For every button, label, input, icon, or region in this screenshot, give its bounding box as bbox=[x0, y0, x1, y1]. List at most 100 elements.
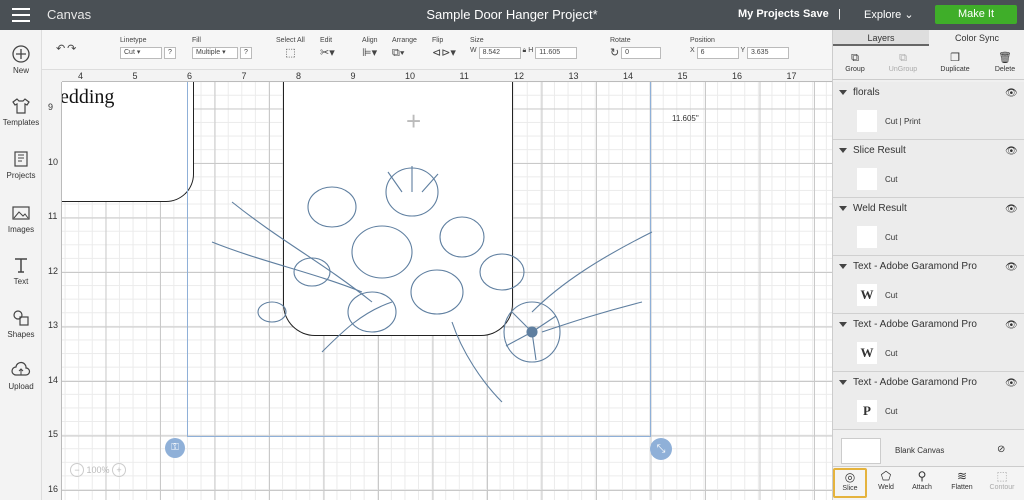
layer-row[interactable]: Text - Adobe Garamond Pro 👁︎ W Cut bbox=[833, 314, 1024, 372]
layer-row[interactable]: florals 👁︎ Cut | Print bbox=[833, 82, 1024, 140]
blank-canvas-row[interactable]: Blank Canvas ⊘ bbox=[833, 436, 1024, 466]
doc-text[interactable]: edding bbox=[62, 86, 114, 109]
expand-caret-icon[interactable] bbox=[839, 206, 847, 211]
text-icon bbox=[15, 258, 27, 273]
rotate-input[interactable]: 0 bbox=[621, 47, 662, 59]
expand-caret-icon[interactable] bbox=[839, 322, 847, 327]
rotate-icon: ↻ bbox=[610, 47, 620, 59]
delete-label: Delete bbox=[994, 66, 1016, 73]
sidebar-item-text[interactable]: Text bbox=[0, 255, 42, 286]
sidebar-label: Upload bbox=[8, 382, 34, 391]
tab-color-sync[interactable]: Color Sync bbox=[929, 30, 1024, 46]
expand-caret-icon[interactable] bbox=[839, 380, 847, 385]
resize-handle-icon[interactable]: ⤡ bbox=[650, 438, 672, 460]
shapes-icon bbox=[13, 310, 29, 326]
delete-button[interactable]: 🗑︎ Delete bbox=[983, 52, 1024, 73]
sidebar-item-templates[interactable]: Templates bbox=[0, 96, 42, 127]
explore-label: Explore bbox=[864, 9, 902, 21]
duplicate-label: Duplicate bbox=[940, 66, 970, 73]
fill-help-icon[interactable]: ? bbox=[239, 47, 252, 59]
align-button[interactable]: Align ⊫▾ bbox=[362, 37, 378, 59]
layer-operation: Cut bbox=[885, 233, 898, 242]
linetype-label: Linetype bbox=[120, 37, 147, 44]
blank-canvas-thumb bbox=[841, 438, 881, 464]
slice-button[interactable]: ◎ Slice bbox=[833, 468, 867, 498]
y-input[interactable]: 3.635 bbox=[746, 47, 789, 59]
layer-thumbnail bbox=[857, 226, 877, 248]
layer-name: Text - Adobe Garamond Pro bbox=[853, 377, 977, 388]
flip-icon: ⊲⊳▾ bbox=[432, 47, 456, 59]
redo-icon[interactable]: ↷ bbox=[67, 43, 76, 55]
my-projects-link[interactable]: My Projects bbox=[738, 8, 800, 20]
layer-row[interactable]: Weld Result 👁︎ Cut bbox=[833, 198, 1024, 256]
floral-artwork[interactable] bbox=[202, 162, 662, 422]
hamburger-menu-icon[interactable] bbox=[12, 8, 30, 22]
height-input[interactable]: 11.605 bbox=[535, 47, 578, 59]
lock-handle-icon[interactable]: ⚿ bbox=[165, 438, 185, 458]
zoom-out-icon[interactable]: − bbox=[70, 463, 84, 477]
ruler-tick-label: 15 bbox=[48, 429, 59, 439]
layer-thumbnail bbox=[857, 168, 877, 190]
top-bar: Canvas Sample Door Hanger Project* My Pr… bbox=[0, 0, 1024, 30]
weld-button[interactable]: ⬠ Weld bbox=[869, 469, 903, 491]
layer-row[interactable]: Text - Adobe Garamond Pro 👁︎ P Cut bbox=[833, 372, 1024, 430]
sidebar-label: Projects bbox=[6, 171, 36, 180]
width-input[interactable]: 8.542 bbox=[478, 47, 521, 59]
expand-caret-icon[interactable] bbox=[839, 90, 847, 95]
position-group: Position X 6 Y 3.635 bbox=[690, 37, 789, 59]
plus-circle-icon bbox=[12, 45, 30, 63]
lock-icon[interactable]: 🔒︎ bbox=[523, 47, 527, 54]
ungroup-label: UnGroup bbox=[888, 66, 918, 73]
sidebar-item-upload[interactable]: Upload bbox=[0, 360, 42, 391]
edit-label: Edit bbox=[320, 37, 333, 44]
eye-icon[interactable]: 👁︎ bbox=[1005, 262, 1018, 273]
linetype-help-icon[interactable]: ? bbox=[163, 47, 176, 59]
linetype-select[interactable]: Cut ▾ bbox=[120, 47, 162, 59]
design-canvas[interactable]: edding + 11.605" ⚿ ⤡ − 100% + bbox=[62, 82, 832, 500]
ungroup-button[interactable]: ⧉ UnGroup bbox=[881, 52, 925, 73]
sidebar-item-new[interactable]: New bbox=[0, 44, 42, 75]
undo-icon[interactable]: ↶ bbox=[56, 43, 65, 55]
group-button[interactable]: ⧉ Group bbox=[833, 52, 877, 73]
eye-off-icon[interactable]: ⊘ bbox=[997, 444, 1005, 455]
edit-button[interactable]: Edit ✂▾ bbox=[320, 37, 335, 59]
flip-button[interactable]: Flip ⊲⊳▾ bbox=[432, 37, 456, 59]
linetype-group: Linetype Cut ▾ ? bbox=[120, 37, 176, 59]
sidebar-item-projects[interactable]: Projects bbox=[0, 149, 42, 180]
arrange-button[interactable]: Arrange ⧉▾ bbox=[392, 37, 417, 59]
eye-icon[interactable]: 👁︎ bbox=[1005, 204, 1018, 215]
flatten-button[interactable]: ≋ Flatten bbox=[945, 469, 979, 491]
save-link[interactable]: Save bbox=[803, 8, 829, 20]
eye-icon[interactable]: 👁︎ bbox=[1005, 146, 1018, 157]
blank-canvas-label: Blank Canvas bbox=[895, 446, 945, 455]
eye-icon[interactable]: 👁︎ bbox=[1005, 378, 1018, 389]
size-group: Size W 8.542 🔒︎ H 11.605 bbox=[470, 37, 578, 59]
make-it-button[interactable]: Make It bbox=[935, 5, 1017, 24]
flip-label: Flip bbox=[432, 37, 444, 44]
ruler-tick-label: 17 bbox=[786, 71, 797, 81]
x-input[interactable]: 6 bbox=[696, 47, 739, 59]
contour-button[interactable]: ⬚ Contour bbox=[985, 469, 1019, 491]
attach-label: Attach bbox=[912, 484, 932, 491]
expand-caret-icon[interactable] bbox=[839, 264, 847, 269]
fill-select[interactable]: Multiple ▾ bbox=[192, 47, 238, 59]
select-all-button[interactable]: Select All ⬚ bbox=[276, 37, 305, 59]
undo-redo: ↶ ↷ bbox=[56, 43, 76, 55]
layer-row[interactable]: Text - Adobe Garamond Pro 👁︎ W Cut bbox=[833, 256, 1024, 314]
tab-layers[interactable]: Layers bbox=[833, 30, 929, 46]
zoom-control[interactable]: − 100% + bbox=[70, 462, 134, 478]
expand-caret-icon[interactable] bbox=[839, 148, 847, 153]
duplicate-button[interactable]: ❐ Duplicate bbox=[933, 52, 977, 73]
explore-menu[interactable]: Explore ⌄ bbox=[864, 8, 914, 21]
eye-icon[interactable]: 👁︎ bbox=[1005, 88, 1018, 99]
layer-name: Text - Adobe Garamond Pro bbox=[853, 319, 977, 330]
sidebar-item-images[interactable]: Images bbox=[0, 203, 42, 234]
layer-row[interactable]: Slice Result 👁︎ Cut bbox=[833, 140, 1024, 198]
zoom-in-icon[interactable]: + bbox=[112, 463, 127, 477]
sidebar-item-shapes[interactable]: Shapes bbox=[0, 308, 42, 339]
select-all-icon: ⬚ bbox=[285, 47, 296, 59]
eye-icon[interactable]: 👁︎ bbox=[1005, 320, 1018, 331]
attach-button[interactable]: ⚲ Attach bbox=[905, 469, 939, 491]
ruler-tick-label: 9 bbox=[48, 102, 54, 112]
duplicate-icon: ❐ bbox=[950, 52, 960, 64]
